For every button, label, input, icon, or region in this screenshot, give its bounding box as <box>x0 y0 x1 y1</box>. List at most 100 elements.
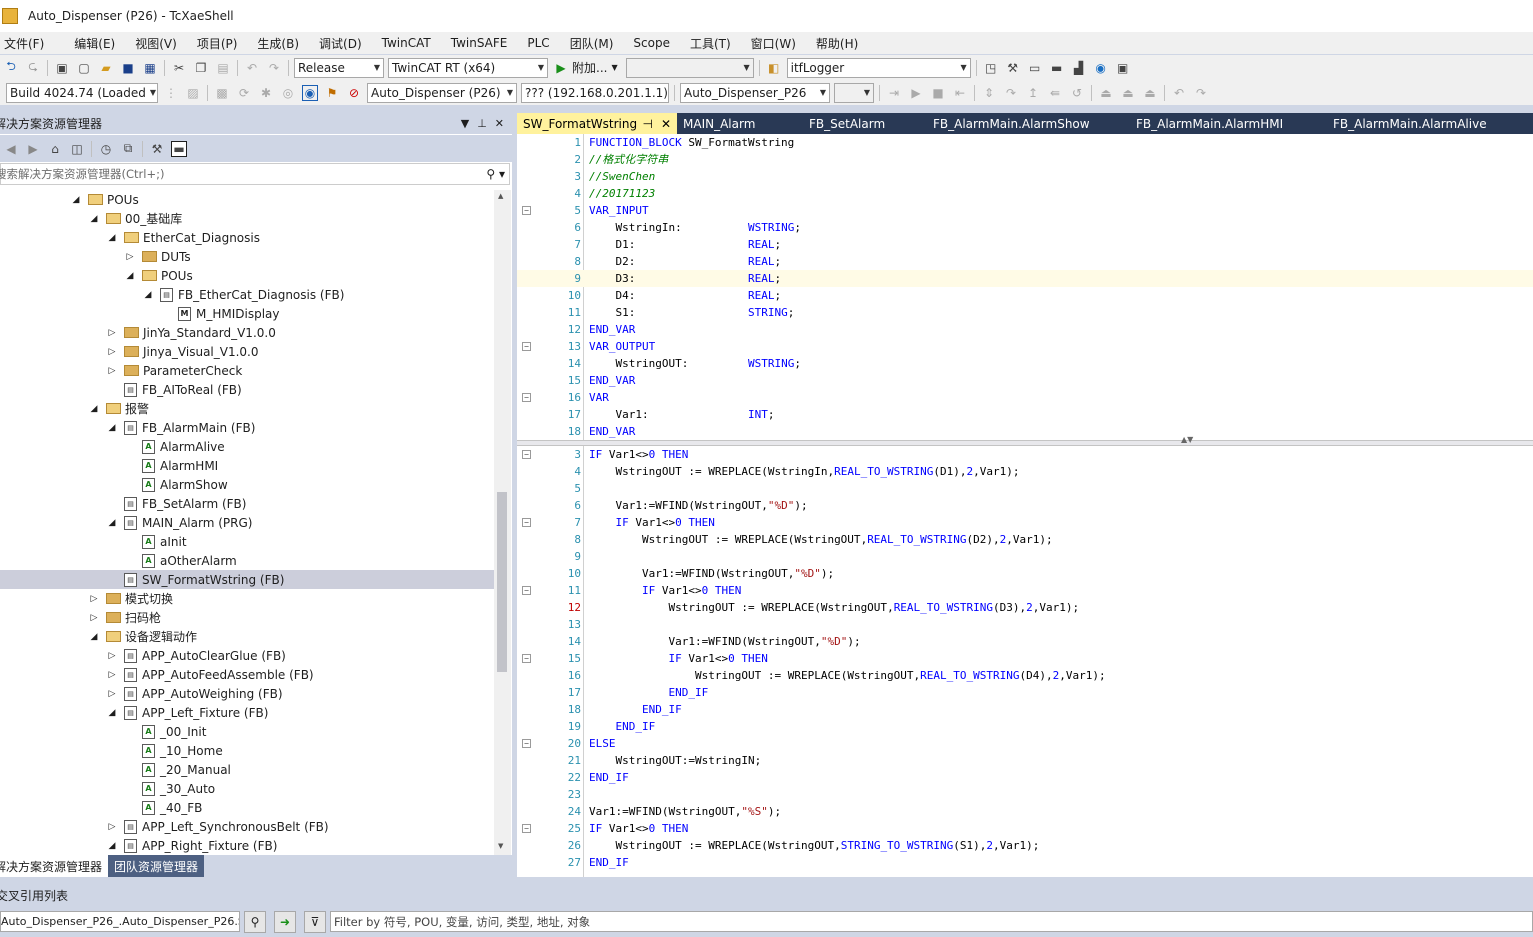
properties-icon[interactable]: ⚒ <box>149 141 165 157</box>
code-line[interactable]: 16 WstringOUT := WREPLACE(WstringOUT,REA… <box>517 667 1533 684</box>
network-icon[interactable]: ▟ <box>1071 60 1087 76</box>
fold-toggle-icon[interactable]: − <box>522 393 531 402</box>
tree-item[interactable]: ◢ ▤ FB_AlarmMain (FB) <box>0 418 494 437</box>
breakpoint-icon[interactable]: ⇕ <box>981 85 997 101</box>
copy-icon[interactable]: ❐ <box>193 60 209 76</box>
code-line[interactable]: 26 WstringOUT := WREPLACE(WstringOUT,STR… <box>517 837 1533 854</box>
tree-item[interactable]: A _40_FB <box>0 798 494 817</box>
tree-item[interactable]: A AlarmShow <box>0 475 494 494</box>
code-line[interactable]: 14 Var1:=WFIND(WstringOUT,"%D"); <box>517 633 1533 650</box>
code-line[interactable]: − 7 IF Var1<>0 THEN <box>517 514 1533 531</box>
undo-icon[interactable]: ↶ <box>1171 85 1187 101</box>
expand-toggle-icon[interactable]: ◢ <box>124 271 136 281</box>
plc-project-select[interactable]: Auto_Dispenser_P26 ▼ <box>680 82 830 103</box>
expand-toggle-icon[interactable]: ◢ <box>106 518 118 528</box>
forward-icon[interactable]: ⮎ <box>25 59 41 76</box>
goto-icon[interactable]: ➜ <box>274 910 296 933</box>
code-line[interactable]: 22 END_IF <box>517 769 1533 786</box>
step-out-icon[interactable]: ⇚ <box>1047 85 1063 101</box>
pin-icon[interactable]: ⊣ <box>642 117 652 131</box>
code-line[interactable]: 4 WstringOUT := WREPLACE(WstringIn,REAL_… <box>517 463 1533 480</box>
collapse-all-icon[interactable]: ⧉ <box>120 141 136 157</box>
tree-item[interactable]: AaInit <box>0 532 494 551</box>
tree-item[interactable]: M M_HMIDisplay <box>0 304 494 323</box>
close-icon[interactable]: ✕ <box>495 117 504 130</box>
tree-item[interactable]: ▷ Jinya_Visual_V1.0.0 <box>0 342 494 361</box>
expand-toggle-icon[interactable]: ▷ <box>88 613 100 623</box>
fold-toggle-icon[interactable]: − <box>522 450 531 459</box>
expand-toggle-icon[interactable]: ◢ <box>88 404 100 414</box>
expand-toggle-icon[interactable]: ◢ <box>106 233 118 243</box>
tree-item[interactable]: ▷ ParameterCheck <box>0 361 494 380</box>
expand-toggle-icon[interactable]: ◢ <box>88 214 100 224</box>
undo-icon[interactable]: ↶ <box>244 60 260 76</box>
tree-item[interactable]: ▷ ▤ APP_Left_SynchronousBelt (FB) <box>0 817 494 836</box>
tree-item[interactable]: A _30_Auto <box>0 779 494 798</box>
code-line[interactable]: 2 //格式化字符串 <box>517 151 1533 168</box>
collapse-up-icon[interactable]: ▲▼ <box>1181 435 1193 444</box>
show-online-icon[interactable]: ◉ <box>302 84 318 101</box>
login-icon[interactable]: ⇥ <box>886 85 902 101</box>
tree-item[interactable]: A _00_Init <box>0 722 494 741</box>
menu-item[interactable]: 生成(B) <box>247 35 309 52</box>
code-line[interactable]: 14 WstringOUT: WSTRING; <box>517 355 1533 372</box>
logger-select[interactable]: itfLogger ▼ <box>786 57 971 78</box>
menu-item[interactable]: 视图(V) <box>125 35 187 52</box>
tree-item[interactable]: ◢ ▤ APP_Left_Fixture (FB) <box>0 703 494 722</box>
code-line[interactable]: 1 FUNCTION_BLOCK SW_FormatWstring <box>517 134 1533 151</box>
menu-item[interactable]: 项目(P) <box>187 35 248 52</box>
tree-item[interactable]: ▷ ▤ APP_AutoWeighing (FB) <box>0 684 494 703</box>
unforce-values-icon[interactable]: ⏏ <box>1142 85 1158 101</box>
expand-toggle-icon[interactable]: ◢ <box>70 195 82 205</box>
code-line[interactable]: 5 <box>517 480 1533 497</box>
save-icon[interactable]: ■ <box>120 60 136 76</box>
code-line[interactable]: 12 WstringOUT := WREPLACE(WstringOUT,REA… <box>517 599 1533 616</box>
pin-icon[interactable]: ⊥ <box>477 117 487 130</box>
build-select[interactable]: Build 4024.74 (Loaded ▼ <box>6 82 158 103</box>
code-line[interactable]: 6 Var1:=WFIND(WstringOUT,"%D"); <box>517 497 1533 514</box>
project-select[interactable]: Auto_Dispenser (P26) ▼ <box>367 82 517 103</box>
code-line[interactable]: − 13 VAR_OUTPUT <box>517 338 1533 355</box>
open-folder-icon[interactable]: ▰ <box>98 60 114 76</box>
tree-item[interactable]: ◢ EtherCat_Diagnosis <box>0 228 494 247</box>
expand-toggle-icon[interactable]: ◢ <box>142 290 154 300</box>
code-line[interactable]: − 25 IF Var1<>0 THEN <box>517 820 1533 837</box>
tree-item[interactable]: ▷ 模式切换 <box>0 589 494 608</box>
search-icon[interactable]: ⚲ <box>244 910 266 933</box>
monitor-icon[interactable]: ▭ <box>1027 60 1043 76</box>
tree-item[interactable]: A _20_Manual <box>0 760 494 779</box>
code-line[interactable]: 6 WstringIn: WSTRING; <box>517 219 1533 236</box>
tree-item[interactable]: ▷ ▤ APP_AutoFeedAssemble (FB) <box>0 665 494 684</box>
tree-item[interactable]: A AlarmAlive <box>0 437 494 456</box>
tree-item[interactable]: ▤ FB_SetAlarm (FB) <box>0 494 494 513</box>
expand-toggle-icon[interactable]: ▷ <box>106 822 118 832</box>
scrollbar-thumb[interactable] <box>497 492 507 672</box>
fold-toggle-icon[interactable]: − <box>522 586 531 595</box>
configuration-select[interactable]: Release ▼ <box>294 57 384 78</box>
pending-changes-icon[interactable]: ◷ <box>98 141 114 157</box>
restart-icon[interactable]: ▨ <box>185 85 201 101</box>
target-icon[interactable]: ⚑ <box>324 85 340 101</box>
tab-solution-explorer[interactable]: 解决方案资源管理器 <box>0 855 109 877</box>
code-line[interactable]: 17 END_IF <box>517 684 1533 701</box>
back-icon[interactable]: ⮌ <box>3 59 19 76</box>
dropdown-icon[interactable]: ▼ <box>461 117 469 130</box>
redo-icon[interactable]: ↷ <box>1193 85 1209 101</box>
logout-icon[interactable]: ⇤ <box>952 85 968 101</box>
tab-alarmshow[interactable]: FB_AlarmMain.AlarmShow <box>927 113 1130 134</box>
code-line[interactable]: 23 <box>517 786 1533 803</box>
code-line[interactable]: 3 //SwenChen <box>517 168 1533 185</box>
scan-icon[interactable]: ✱ <box>258 85 274 101</box>
tree-item[interactable]: AaOtherAlarm <box>0 551 494 570</box>
reload-icon[interactable]: ⟳ <box>236 85 252 101</box>
expand-toggle-icon[interactable]: ▷ <box>106 328 118 338</box>
tree-item[interactable]: ▷ 扫码枪 <box>0 608 494 627</box>
implementation-editor[interactable]: − 3 IF Var1<>0 THEN 4 WstringOUT := WREPLAC… <box>517 446 1533 877</box>
preview-icon[interactable]: ▬ <box>171 140 187 157</box>
code-line[interactable]: − 5 VAR_INPUT <box>517 202 1533 219</box>
fold-toggle-icon[interactable]: − <box>522 654 531 663</box>
code-line[interactable]: 17 Var1: INT; <box>517 406 1533 423</box>
play-icon[interactable]: ▶ <box>553 60 569 76</box>
menu-item[interactable]: 文件(F) <box>0 35 64 52</box>
redo-icon[interactable]: ↷ <box>266 60 282 76</box>
